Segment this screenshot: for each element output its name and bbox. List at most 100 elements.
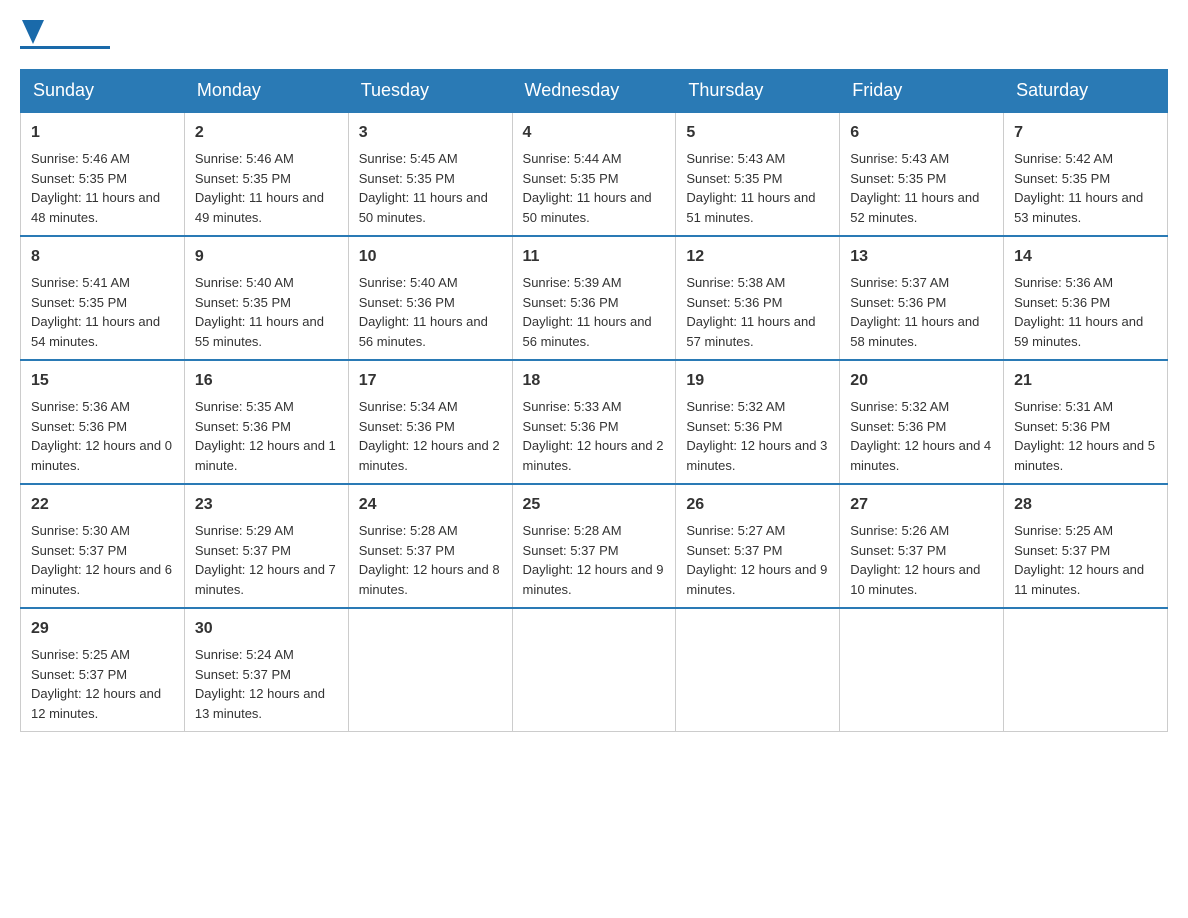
sunrise-label: Sunrise: 5:42 AM — [1014, 151, 1113, 166]
sunrise-label: Sunrise: 5:44 AM — [523, 151, 622, 166]
sunset-label: Sunset: 5:37 PM — [686, 543, 782, 558]
sunrise-label: Sunrise: 5:31 AM — [1014, 399, 1113, 414]
day-number: 25 — [523, 493, 666, 517]
calendar-day-cell: 27 Sunrise: 5:26 AM Sunset: 5:37 PM Dayligh… — [840, 484, 1004, 608]
calendar-day-header: Thursday — [676, 70, 840, 113]
calendar-day-cell: 7 Sunrise: 5:42 AM Sunset: 5:35 PM Daylight… — [1004, 112, 1168, 236]
daylight-label: Daylight: 11 hours and 55 minutes. — [195, 314, 324, 349]
daylight-label: Daylight: 12 hours and 4 minutes. — [850, 438, 991, 473]
sunset-label: Sunset: 5:35 PM — [686, 171, 782, 186]
daylight-label: Daylight: 11 hours and 50 minutes. — [523, 190, 652, 225]
daylight-label: Daylight: 12 hours and 7 minutes. — [195, 562, 336, 597]
sunset-label: Sunset: 5:36 PM — [850, 419, 946, 434]
sunset-label: Sunset: 5:35 PM — [1014, 171, 1110, 186]
day-number: 19 — [686, 369, 829, 393]
day-number: 26 — [686, 493, 829, 517]
sunrise-label: Sunrise: 5:30 AM — [31, 523, 130, 538]
day-number: 12 — [686, 245, 829, 269]
daylight-label: Daylight: 11 hours and 57 minutes. — [686, 314, 815, 349]
calendar-day-cell: 10Sunrise: 5:40 AMSunset: 5:36 PMDayligh… — [348, 236, 512, 360]
day-number: 1 — [31, 121, 174, 145]
day-number: 3 — [359, 121, 502, 145]
sunrise-label: Sunrise: 5:28 AM — [523, 523, 622, 538]
sunset-label: Sunset: 5:37 PM — [850, 543, 946, 558]
calendar-day-cell: 12 Sunrise: 5:38 AM Sunset: 5:36 PM Dayligh… — [676, 236, 840, 360]
day-number: 11 — [523, 245, 666, 269]
daylight-label: Daylight: 12 hours and 11 minutes. — [1014, 562, 1144, 597]
sunrise-label: Sunrise: 5:40 AM — [359, 275, 458, 290]
sunset-label: Sunset: 5:35 PM — [31, 295, 127, 310]
calendar-day-cell — [840, 608, 1004, 732]
calendar-day-cell: 17Sunrise: 5:34 AMSunset: 5:36 PMDayligh… — [348, 360, 512, 484]
calendar-day-cell — [512, 608, 676, 732]
daylight-label: Daylight: 12 hours and 6 minutes. — [31, 562, 172, 597]
daylight-label: Daylight: 11 hours and 58 minutes. — [850, 314, 979, 349]
day-number: 15 — [31, 369, 174, 393]
daylight-label: Daylight: 12 hours and 2 minutes. — [359, 438, 500, 473]
daylight-label: Daylight: 12 hours and 9 minutes. — [686, 562, 827, 597]
sunrise-label: Sunrise: 5:33 AM — [523, 399, 622, 414]
sunrise-label: Sunrise: 5:26 AM — [850, 523, 949, 538]
calendar-day-header: Tuesday — [348, 70, 512, 113]
sunset-label: Sunset: 5:36 PM — [850, 295, 946, 310]
sunrise-label: Sunrise: 5:28 AM — [359, 523, 458, 538]
day-number: 27 — [850, 493, 993, 517]
day-number: 23 — [195, 493, 338, 517]
day-number: 30 — [195, 617, 338, 641]
day-number: 6 — [850, 121, 993, 145]
day-number: 22 — [31, 493, 174, 517]
daylight-label: Daylight: 11 hours and 50 minutes. — [359, 190, 488, 225]
daylight-label: Daylight: 11 hours and 59 minutes. — [1014, 314, 1143, 349]
daylight-label: Daylight: 11 hours and 53 minutes. — [1014, 190, 1143, 225]
calendar-week-row: 29Sunrise: 5:25 AMSunset: 5:37 PMDayligh… — [21, 608, 1168, 732]
day-number: 5 — [686, 121, 829, 145]
daylight-label: Daylight: 12 hours and 13 minutes. — [195, 686, 325, 721]
calendar-day-cell: 26 Sunrise: 5:27 AM Sunset: 5:37 PM Dayligh… — [676, 484, 840, 608]
sunrise-label: Sunrise: 5:46 AM — [31, 151, 130, 166]
sunset-label: Sunset: 5:36 PM — [359, 295, 455, 310]
sunrise-label: Sunrise: 5:37 AM — [850, 275, 949, 290]
calendar-day-cell: 29Sunrise: 5:25 AMSunset: 5:37 PMDayligh… — [21, 608, 185, 732]
sunset-label: Sunset: 5:37 PM — [523, 543, 619, 558]
sunset-label: Sunset: 5:35 PM — [195, 171, 291, 186]
sunset-label: Sunset: 5:36 PM — [1014, 419, 1110, 434]
day-number: 8 — [31, 245, 174, 269]
calendar-day-cell: 13Sunrise: 5:37 AMSunset: 5:36 PMDayligh… — [840, 236, 1004, 360]
sunset-label: Sunset: 5:36 PM — [686, 295, 782, 310]
day-number: 7 — [1014, 121, 1157, 145]
calendar-day-header: Monday — [184, 70, 348, 113]
day-number: 9 — [195, 245, 338, 269]
sunrise-label: Sunrise: 5:45 AM — [359, 151, 458, 166]
calendar-week-row: 22 Sunrise: 5:30 AM Sunset: 5:37 PM Dayligh… — [21, 484, 1168, 608]
sunrise-label: Sunrise: 5:27 AM — [686, 523, 785, 538]
calendar-day-cell: 4Sunrise: 5:44 AMSunset: 5:35 PMDaylight… — [512, 112, 676, 236]
sunrise-label: Sunrise: 5:40 AM — [195, 275, 294, 290]
sunset-label: Sunset: 5:36 PM — [523, 295, 619, 310]
daylight-label: Daylight: 12 hours and 1 minute. — [195, 438, 336, 473]
day-number: 16 — [195, 369, 338, 393]
calendar-day-header: Friday — [840, 70, 1004, 113]
sunset-label: Sunset: 5:36 PM — [1014, 295, 1110, 310]
calendar-week-row: 15Sunrise: 5:36 AMSunset: 5:36 PMDayligh… — [21, 360, 1168, 484]
calendar-day-header: Wednesday — [512, 70, 676, 113]
day-number: 24 — [359, 493, 502, 517]
calendar-day-cell: 5Sunrise: 5:43 AMSunset: 5:35 PMDaylight… — [676, 112, 840, 236]
calendar-day-cell: 20Sunrise: 5:32 AMSunset: 5:36 PMDayligh… — [840, 360, 1004, 484]
daylight-label: Daylight: 11 hours and 49 minutes. — [195, 190, 324, 225]
sunset-label: Sunset: 5:37 PM — [195, 543, 291, 558]
daylight-label: Daylight: 12 hours and 2 minutes. — [523, 438, 664, 473]
daylight-label: Daylight: 12 hours and 0 minutes. — [31, 438, 172, 473]
calendar-day-cell: 21Sunrise: 5:31 AMSunset: 5:36 PMDayligh… — [1004, 360, 1168, 484]
calendar-day-cell — [676, 608, 840, 732]
day-number: 17 — [359, 369, 502, 393]
sunset-label: Sunset: 5:35 PM — [850, 171, 946, 186]
calendar-body: 1 Sunrise: 5:46 AM Sunset: 5:35 PM Daylight… — [21, 112, 1168, 732]
sunrise-label: Sunrise: 5:38 AM — [686, 275, 785, 290]
sunrise-label: Sunrise: 5:41 AM — [31, 275, 130, 290]
daylight-label: Daylight: 12 hours and 10 minutes. — [850, 562, 980, 597]
sunset-label: Sunset: 5:36 PM — [359, 419, 455, 434]
calendar-header-row: SundayMondayTuesdayWednesdayThursdayFrid… — [21, 70, 1168, 113]
daylight-label: Daylight: 12 hours and 12 minutes. — [31, 686, 161, 721]
calendar-day-cell: 16Sunrise: 5:35 AMSunset: 5:36 PMDayligh… — [184, 360, 348, 484]
page-header — [20, 20, 1168, 49]
